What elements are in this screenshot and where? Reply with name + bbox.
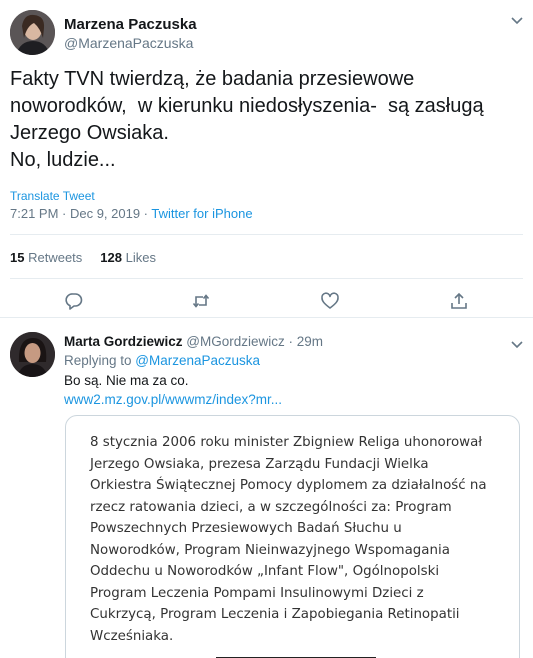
tweet-text-line: Fakty TVN twierdzą, że badania przesiewo…: [10, 68, 415, 90]
chevron-down-icon[interactable]: [509, 336, 525, 352]
like-icon[interactable]: [320, 291, 340, 311]
card-text: 8 stycznia 2006 roku minister Zbigniew R…: [90, 432, 510, 647]
tweet-text-line: Jerzego Owsiaka.: [10, 122, 169, 144]
retweets-stat[interactable]: 15 Retweets: [10, 250, 82, 265]
retweets-label: Retweets: [28, 250, 83, 265]
author-name[interactable]: Marzena Paczuska: [64, 16, 197, 33]
divider: [10, 234, 523, 235]
author-name[interactable]: Marta Gordziewicz: [64, 334, 183, 349]
card-text-line: Wcześniaka.: [90, 628, 174, 644]
card-text-line: Powszechnych Przesiewowych Badań Słuchu …: [90, 521, 402, 536]
tweet-text-line: No, ludzie...: [10, 149, 116, 171]
tweet-actions: [0, 288, 533, 314]
card-text-line: Orkiestra Świątecznej Pomocy dyplomem za…: [90, 478, 487, 493]
card-text-line: Jerzego Owsiaka, prezesa Zarządu Fundacj…: [90, 456, 429, 472]
tweet-meta: 7:21 PM · Dec 9, 2019 · Twitter for iPho…: [10, 206, 253, 221]
reply-header: Marta Gordziewicz @MGordziewicz · 29m: [64, 334, 323, 349]
reply-link[interactable]: www2.mz.gov.pl/wwwmz/index?mr...: [64, 392, 282, 407]
card-text-line: rzecz ratowania dzieci, a w szczególnośc…: [90, 499, 452, 515]
replying-to: Replying to @MarzenaPaczuska: [64, 353, 260, 368]
tweet-stats: 15 Retweets 128 Likes: [10, 250, 156, 265]
retweets-count: 15: [10, 250, 25, 265]
divider: [10, 278, 523, 279]
main-tweet: Marzena Paczuska @MarzenaPaczuska Fakty …: [0, 0, 533, 318]
timestamp[interactable]: 7:21 PM · Dec 9, 2019 ·: [10, 206, 151, 221]
source-link[interactable]: Twitter for iPhone: [151, 206, 252, 221]
tweet-text-line: noworodków, w kierunku niedosłyszenia- s…: [10, 95, 484, 117]
tweet-text: Fakty TVN twierdzą, że badania przesiewo…: [10, 66, 510, 174]
author-handle[interactable]: @MarzenaPaczuska: [64, 35, 193, 51]
card-text-line: Cukrzycą, Program Leczenia i Zapobiegani…: [90, 607, 460, 622]
chevron-down-icon[interactable]: [509, 12, 525, 28]
likes-stat[interactable]: 128 Likes: [100, 250, 156, 265]
replying-to-link[interactable]: @MarzenaPaczuska: [135, 353, 260, 368]
likes-label: Likes: [125, 250, 156, 265]
card-text-line: Oddechu u Noworodków „Infant Flow", Ogól…: [90, 564, 440, 579]
replying-prefix: Replying to: [64, 353, 136, 368]
likes-count: 128: [100, 250, 122, 265]
avatar[interactable]: [10, 332, 55, 377]
reply-text: Bo są. Nie ma za co.: [64, 373, 189, 388]
avatar[interactable]: [10, 10, 55, 55]
retweet-icon[interactable]: [191, 291, 211, 311]
reply-icon[interactable]: [64, 291, 84, 311]
reply-time[interactable]: · 29m: [289, 334, 324, 349]
translate-tweet-link[interactable]: Translate Tweet: [10, 189, 95, 203]
card-text-line: 8 stycznia 2006 roku minister Zbigniew R…: [90, 435, 483, 450]
reply-tweet: Marta Gordziewicz @MGordziewicz · 29m Re…: [0, 319, 533, 658]
share-icon[interactable]: [449, 291, 469, 311]
card-text-line: Program Leczenia Pompami Insulinowymi Dz…: [90, 585, 424, 601]
card-text-line: Noworodków, Program Nieinwazyjnego Wspom…: [90, 542, 450, 558]
author-handle[interactable]: @MGordziewicz: [186, 334, 284, 349]
link-card[interactable]: 8 stycznia 2006 roku minister Zbigniew R…: [65, 415, 520, 658]
